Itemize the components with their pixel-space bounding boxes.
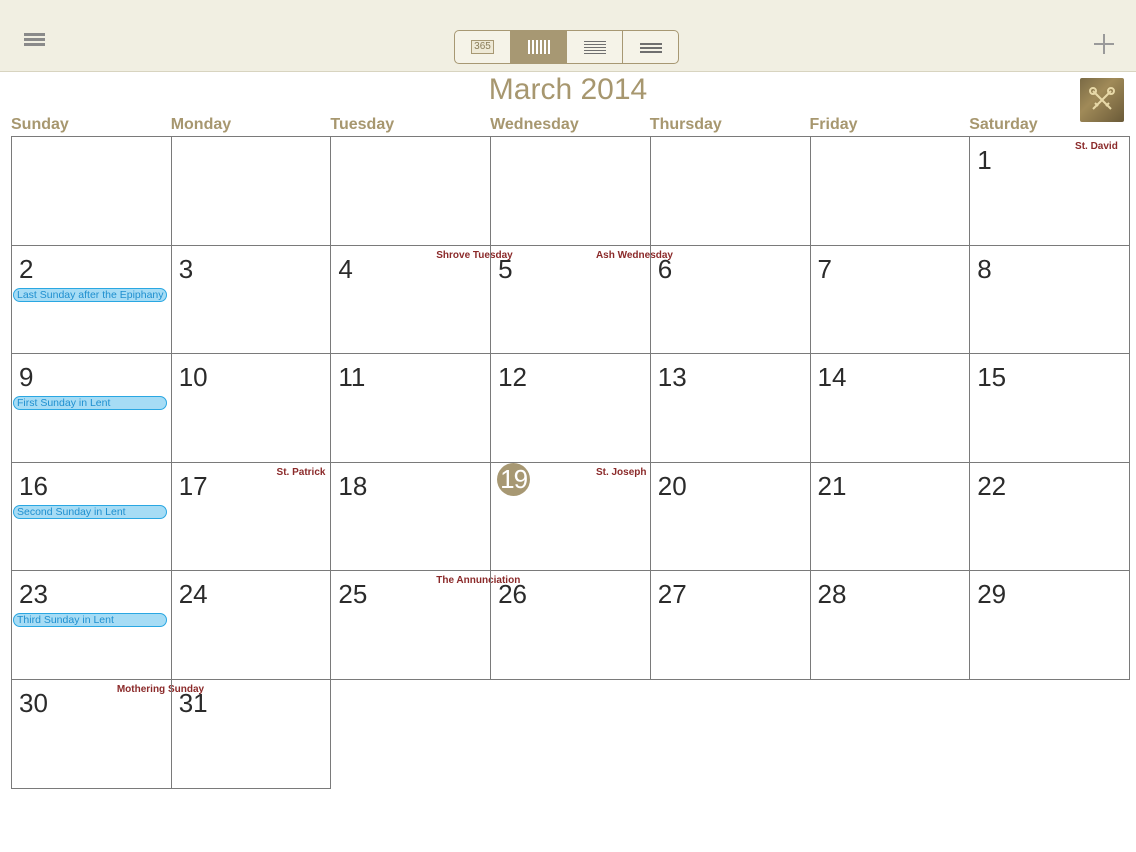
weekday-label-sunday: Sunday xyxy=(11,116,69,133)
day-cell-9[interactable]: 9 First Sunday in Lent xyxy=(11,353,172,463)
day-number: 4 xyxy=(338,253,353,284)
day-number: 17 xyxy=(178,470,208,501)
day-number: 30 xyxy=(19,688,48,718)
day-number: 23 xyxy=(19,579,48,610)
day-number: 21 xyxy=(817,470,847,501)
day-number: 20 xyxy=(657,470,687,501)
day-number: 13 xyxy=(657,362,687,393)
day-number: 7 xyxy=(817,253,832,284)
weekday-label-monday: Monday xyxy=(170,116,232,133)
toolbar: 365 xyxy=(0,0,1136,72)
day-cell-15[interactable]: 15 xyxy=(969,353,1130,463)
grid-icon xyxy=(527,40,550,54)
day-number: 11 xyxy=(338,362,366,393)
empty-day-cell[interactable] xyxy=(11,136,172,246)
day-cell-5[interactable]: 5 Ash Wednesday xyxy=(490,244,673,355)
list-icon xyxy=(639,41,662,53)
feast-label: St. Patrick xyxy=(276,466,326,478)
day-number: 14 xyxy=(817,362,847,393)
view-switcher: 365 xyxy=(454,30,679,64)
day-cell-12[interactable]: 12 xyxy=(490,353,651,463)
day-number: 9 xyxy=(19,362,34,393)
day-cell-22[interactable]: 22 xyxy=(969,461,1130,572)
day-number: 15 xyxy=(977,362,1007,393)
day-cell-25[interactable]: 25 The Annunciation xyxy=(330,570,520,680)
day-cell-19[interactable]: 19 St. Joseph xyxy=(490,461,651,572)
year-view-label: 365 xyxy=(471,40,494,54)
hamburger-menu-icon[interactable] xyxy=(20,33,50,57)
day-number: 31 xyxy=(178,688,208,718)
day-number: 22 xyxy=(977,470,1007,501)
day-cell-14[interactable]: 14 xyxy=(809,353,971,463)
day-cell-7[interactable]: 7 xyxy=(809,244,971,355)
day-number: 10 xyxy=(178,362,208,393)
weekday-label-wednesday: Wednesday xyxy=(490,116,579,133)
day-cell-2[interactable]: 2 Last Sunday after the Epiphany xyxy=(11,244,172,355)
day-cell-31[interactable]: 31 xyxy=(170,679,332,789)
rows-icon xyxy=(583,40,606,54)
year-view-button[interactable]: 365 xyxy=(455,31,511,63)
day-number: 24 xyxy=(178,579,208,610)
day-cell-6[interactable]: 6 xyxy=(649,244,811,355)
day-number: 26 xyxy=(498,579,528,610)
day-number: 6 xyxy=(657,253,673,284)
empty-day-cell[interactable] xyxy=(649,136,811,246)
event-pill[interactable]: First Sunday in Lent xyxy=(13,396,167,411)
day-cell-28[interactable]: 28 xyxy=(809,570,971,680)
day-cell-1[interactable]: 1 St. David xyxy=(969,136,1130,246)
day-number: 29 xyxy=(977,579,1007,610)
month-title: March 2014 xyxy=(488,73,648,106)
day-cell-20[interactable]: 20 xyxy=(649,461,811,572)
day-number: 27 xyxy=(657,579,687,610)
day-cell-4[interactable]: 4 Shrove Tuesday xyxy=(330,244,513,355)
day-number: 3 xyxy=(178,253,194,284)
day-number: 8 xyxy=(977,253,992,284)
day-cell-10[interactable]: 10 xyxy=(170,353,332,463)
day-number: 5 xyxy=(498,253,513,284)
weekday-label-thursday: Thursday xyxy=(649,116,722,133)
day-cell-26[interactable]: 26 xyxy=(490,570,651,680)
day-number: 16 xyxy=(19,470,48,501)
empty-day-cell[interactable] xyxy=(490,136,651,246)
empty-day-cell[interactable] xyxy=(330,136,492,246)
list-view-button[interactable] xyxy=(623,31,678,63)
day-cell-30[interactable]: 30 Mothering Sunday xyxy=(11,679,204,789)
day-cell-17[interactable]: 17 St. Patrick xyxy=(170,461,332,572)
day-number: 19 xyxy=(497,462,531,496)
feast-label: St. David xyxy=(1075,141,1118,152)
empty-day-cell[interactable] xyxy=(809,136,971,246)
day-number: 25 xyxy=(338,579,368,610)
event-pill[interactable]: Third Sunday in Lent xyxy=(13,613,167,628)
day-cell-21[interactable]: 21 xyxy=(809,461,971,572)
month-view-button[interactable] xyxy=(511,31,567,63)
day-cell-18[interactable]: 18 xyxy=(330,461,492,572)
day-cell-16[interactable]: 16 Second Sunday in Lent xyxy=(11,461,172,572)
day-number: 18 xyxy=(338,470,368,501)
event-pill[interactable]: Second Sunday in Lent xyxy=(13,504,167,519)
day-cell-13[interactable]: 13 xyxy=(649,353,811,463)
empty-day-cell[interactable] xyxy=(170,136,332,246)
day-cell-11[interactable]: 11 xyxy=(330,353,492,463)
crossed-keys-icon[interactable] xyxy=(1080,78,1124,122)
weekday-label-saturday: Saturday xyxy=(969,116,1038,133)
feast-label: St. Joseph xyxy=(595,466,647,478)
day-cell-27[interactable]: 27 xyxy=(649,570,811,680)
day-cell-29[interactable]: 29 xyxy=(969,570,1130,680)
day-cell-23[interactable]: 23 Third Sunday in Lent xyxy=(11,570,172,680)
add-event-plus-icon[interactable] xyxy=(1090,30,1118,58)
week-view-button[interactable] xyxy=(567,31,623,63)
weekday-label-friday: Friday xyxy=(809,116,858,133)
weekday-label-tuesday: Tuesday xyxy=(330,116,395,133)
day-number: 2 xyxy=(19,253,34,284)
day-cell-24[interactable]: 24 xyxy=(170,570,332,680)
day-number: 1 xyxy=(977,145,992,175)
day-number: 28 xyxy=(817,579,847,610)
event-pill[interactable]: Last Sunday after the Epiphany xyxy=(13,287,167,302)
day-number: 12 xyxy=(498,362,528,393)
day-cell-3[interactable]: 3 xyxy=(170,244,332,355)
day-cell-8[interactable]: 8 xyxy=(969,244,1130,355)
